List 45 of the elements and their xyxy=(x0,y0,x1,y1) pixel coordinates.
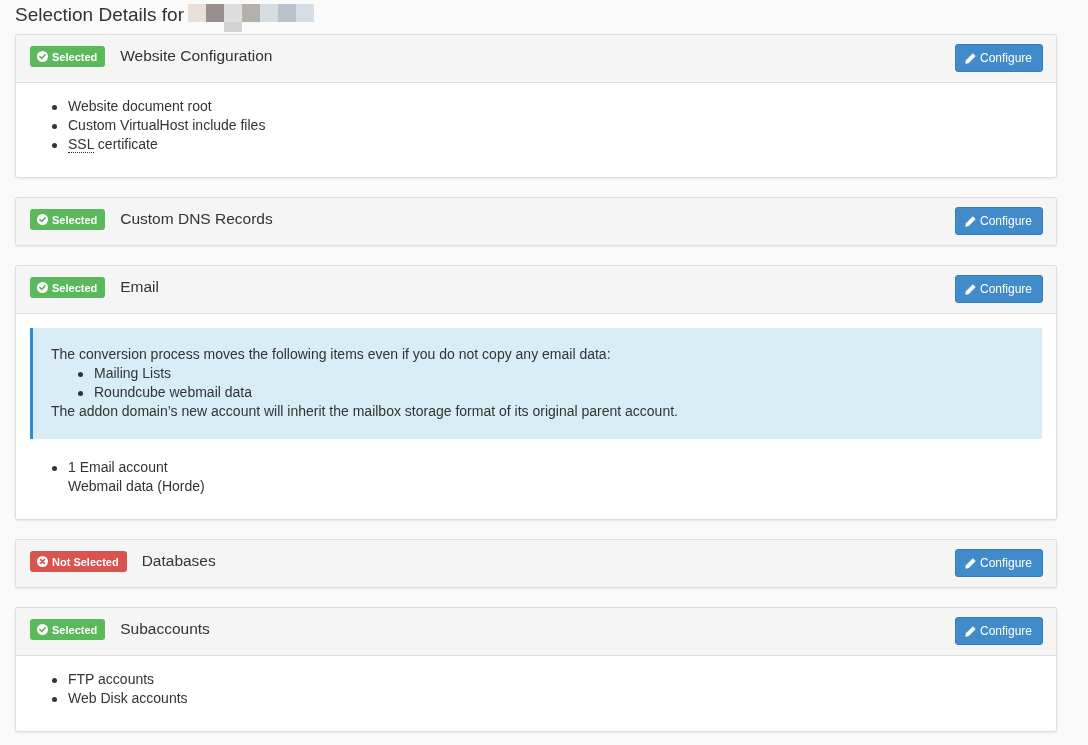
check-circle-icon xyxy=(37,624,48,635)
status-badge: Selected xyxy=(30,277,106,298)
list-item-text: Web Disk accounts xyxy=(68,689,188,708)
check-circle-icon xyxy=(37,282,48,293)
pencil-icon xyxy=(964,52,976,64)
section-title: Subaccounts xyxy=(120,619,211,638)
callout-text: The addon domain’s new account will inherit the mailbox storage format of its original parent account. xyxy=(51,402,679,421)
list-item-text: Website document root xyxy=(68,97,212,116)
pencil-icon xyxy=(964,215,976,227)
section-title: Custom DNS Records xyxy=(120,209,274,228)
pencil-icon xyxy=(964,283,976,295)
status-badge: Selected xyxy=(30,209,106,230)
list-item-text: Custom VirtualHost include files xyxy=(68,116,266,135)
bullet-icon xyxy=(52,678,57,683)
configure-button[interactable]: Configure xyxy=(954,275,1043,303)
pencil-icon xyxy=(964,625,976,637)
bullet-icon xyxy=(52,466,57,471)
bullet-icon xyxy=(52,143,57,148)
configure-button[interactable]: Configure xyxy=(954,549,1043,577)
pencil-icon xyxy=(964,557,976,569)
x-circle-icon xyxy=(37,556,48,567)
bullet-icon xyxy=(78,391,83,396)
configure-button[interactable]: Configure xyxy=(954,44,1043,72)
list-item-text: SSL certificate xyxy=(68,135,158,154)
check-circle-icon xyxy=(37,51,48,62)
list-item-text: FTP accounts xyxy=(68,670,155,689)
list-item-note: Webmail data (Horde) xyxy=(68,477,205,496)
status-badge: Selected xyxy=(30,619,106,640)
callout-text: The conversion process moves the following items even if you do not copy any email data: xyxy=(51,345,612,364)
list-item-text: Mailing Lists xyxy=(94,364,172,383)
section-title: Databases xyxy=(141,551,217,570)
check-circle-icon xyxy=(37,214,48,225)
section-title: Website Configuration xyxy=(120,46,274,65)
bullet-icon xyxy=(52,697,57,702)
configure-button[interactable]: Configure xyxy=(954,207,1043,235)
list-item-text: 1 Email account xyxy=(68,458,169,477)
configure-button[interactable]: Configure xyxy=(954,617,1043,645)
status-badge: Not Selected xyxy=(30,551,127,572)
bullet-icon xyxy=(52,124,57,129)
section-title: Email xyxy=(120,277,160,296)
status-badge: Selected xyxy=(30,46,106,67)
page-heading: Selection Details for xyxy=(15,3,184,27)
list-item-text: Roundcube webmail data xyxy=(94,383,252,402)
bullet-icon xyxy=(52,105,57,110)
bullet-icon xyxy=(78,372,83,377)
